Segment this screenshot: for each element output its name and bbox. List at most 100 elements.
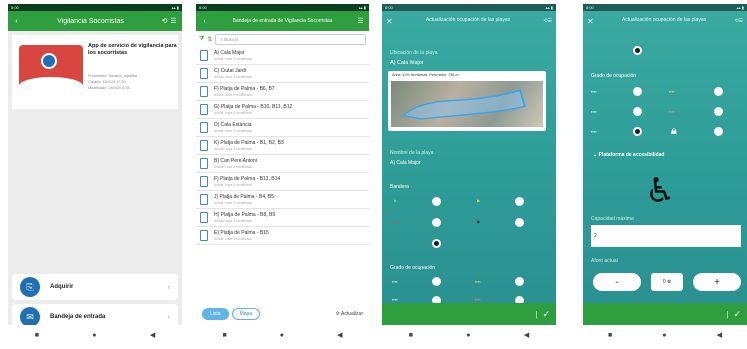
nav-back-icon[interactable]: ◀ — [717, 331, 722, 339]
occupancy-mid-radio[interactable] — [515, 277, 524, 286]
nav-home-icon[interactable]: ● — [662, 332, 666, 339]
list-item[interactable]: A) Cala Major Añadir: hace 4 modificado — [196, 47, 369, 65]
system-nav: ■ ● ◀ — [583, 325, 747, 345]
app-card[interactable]: App de servicio de vigilancia para los s… — [12, 35, 178, 109]
survey-header: ✕ Actualización ocupación de las playas … — [583, 11, 747, 31]
tab-list[interactable]: Lista — [202, 308, 229, 320]
map-caption: Área: 1,09 hectáreas, Perímetro: 736 m — [392, 73, 459, 77]
occupancy-low-icon: ▪▪▪▪ — [591, 89, 597, 94]
submit-check-icon[interactable]: ✓ — [542, 309, 550, 320]
nav-square-icon[interactable]: ■ — [35, 332, 39, 339]
document-icon — [200, 68, 208, 79]
nav-square-icon[interactable]: ■ — [608, 332, 612, 339]
counter-value: 0 — [662, 279, 666, 285]
close-icon[interactable]: ✕ — [587, 17, 594, 26]
inbox-list: A) Cala Major Añadir: hace 4 modificado C… — [196, 47, 369, 245]
flag-yellow-radio[interactable] — [515, 197, 524, 206]
survey-title: Actualización ocupación de las playas — [621, 17, 707, 24]
chevron-right-icon: › — [167, 313, 170, 321]
sort-icon[interactable]: ⇅ — [207, 36, 212, 43]
back-arrow-icon[interactable]: ‹ — [200, 18, 209, 25]
document-icon — [200, 230, 208, 241]
list-item[interactable]: K) Platja de Palma - B1, B2, B3 Añadir: h… — [196, 137, 369, 155]
submit-check-icon[interactable]: ✓ — [733, 309, 741, 320]
nav-home-icon[interactable]: ● — [92, 332, 96, 339]
list-item[interactable]: J) Platja de Palma - B4, B5 Añadir: hace … — [196, 191, 369, 209]
survey-footer: | ✓ — [382, 303, 556, 325]
acquire-button[interactable]: ⎘ Adquirir › — [12, 274, 178, 300]
chevron-down-icon: ⌄ — [593, 152, 598, 158]
menu-icon[interactable]: ☰ — [548, 18, 552, 24]
list-item[interactable]: G) Platja de Palma - B10, B11, B12 Añadir… — [196, 101, 369, 119]
app-owner: Propietario: Sonaria_aqsalha — [88, 74, 137, 78]
survey-title: Actualización ocupación de las playas — [425, 17, 511, 24]
flag-red-radio[interactable] — [432, 218, 441, 227]
list-item[interactable]: D) Cala Estància Añadir: hace 4 modificad… — [196, 119, 369, 137]
occupancy-full-radio[interactable] — [714, 107, 723, 116]
back-arrow-icon[interactable]: ‹ — [12, 18, 21, 25]
capacity-label: Capacidad máxima — [591, 216, 634, 222]
flag-green-radio[interactable] — [432, 197, 441, 206]
inbox-label: Bandeja de entrada — [50, 314, 106, 320]
occupancy-low-radio[interactable] — [432, 277, 441, 286]
nav-back-icon[interactable]: ◀ — [150, 331, 155, 339]
filter-icon[interactable]: ⧩ — [199, 36, 204, 43]
list-item[interactable]: E) Platja de Palma - B15 Añadir: hace 4 m… — [196, 227, 369, 245]
status-time: 8:00 — [385, 5, 393, 10]
occupancy-mid-radio[interactable] — [714, 87, 723, 96]
capacity-input[interactable]: 2 — [591, 225, 741, 247]
decrement-button[interactable]: - — [593, 273, 641, 291]
occupancy-label: Grado de ocupación — [591, 73, 637, 79]
occupancy-low-radio[interactable] — [633, 87, 642, 96]
occupancy-closed-radio[interactable] — [633, 127, 642, 136]
location-map[interactable]: Área: 1,09 hectáreas, Perímetro: 736 m — [388, 71, 546, 131]
document-icon — [200, 140, 208, 151]
tab-map[interactable]: Mapa — [231, 308, 261, 320]
occupancy-locked-radio[interactable] — [714, 127, 723, 136]
beach-polygon — [401, 89, 526, 120]
document-icon — [200, 194, 208, 205]
menu-icon[interactable]: ☰ — [169, 17, 178, 25]
refresh-label: Actualizar — [341, 311, 363, 317]
document-icon — [200, 86, 208, 97]
sync-icon[interactable]: ⟲ — [160, 17, 169, 25]
nav-square-icon[interactable]: ■ — [409, 332, 413, 339]
nav-home-icon[interactable]: ● — [466, 332, 470, 339]
nav-back-icon[interactable]: ◀ — [524, 331, 529, 339]
list-item[interactable]: F) Platja de Palma - B13, B14 Añadir: hac… — [196, 173, 369, 191]
inbox-icon: ✉ — [20, 307, 40, 327]
flag-none-radio[interactable] — [432, 239, 441, 248]
accessibility-header[interactable]: ⌄ Plataforma de accesibilidad — [593, 152, 664, 158]
app-bar: ‹ Vigilancia Socorristas ⟲ ☰ — [8, 11, 182, 31]
app-modified: Modificado: 28/4/20 8:35 — [88, 86, 130, 90]
screens-collage: 8:00 ▴▴ ▮ ‹ Vigilancia Socorristas ⟲ ☰ Ap… — [0, 0, 747, 349]
document-icon — [200, 158, 208, 169]
refresh-button[interactable]: ⟳ Actualizar — [336, 311, 363, 317]
list-item[interactable]: H) Platja de Palma - B8, B9 Añadir: hace … — [196, 209, 369, 227]
acquire-label: Adquirir — [50, 284, 74, 290]
nav-home-icon[interactable]: ● — [280, 332, 284, 339]
increment-button[interactable]: + — [693, 273, 741, 291]
flag-black-radio[interactable] — [515, 218, 524, 227]
status-bar: 8:00 ▴▴ ▮ — [8, 4, 182, 11]
occupancy-high-radio[interactable] — [633, 107, 642, 116]
document-icon — [200, 176, 208, 187]
counter-field[interactable]: 0 ⊗ — [651, 273, 683, 291]
nav-square-icon[interactable]: ■ — [223, 332, 227, 339]
nav-back-icon[interactable]: ◀ — [337, 331, 342, 339]
inbox-body: ⧩ ⇅ ⌕ Buscar A) Cala Major Añadir: hace 4… — [196, 31, 369, 325]
list-item[interactable]: C) Ciutat Jardí Añadir: hace 4 modificado — [196, 65, 369, 83]
list-item[interactable]: B) Can Pere Antoni Añadir: hace 4 modific… — [196, 155, 369, 173]
menu-icon[interactable]: ☰ — [739, 18, 743, 24]
list-item[interactable]: F) Platja de Palma - B6, B7 Añadir: hace … — [196, 83, 369, 101]
close-icon[interactable]: ✕ — [386, 17, 393, 26]
signal-icon: ▴▴ ▮ — [736, 5, 744, 10]
search-input[interactable]: ⌕ Buscar — [215, 33, 366, 45]
menu-icon[interactable]: ☰ — [356, 17, 365, 25]
occupancy-low-icon: ▪▪▪▪ — [392, 279, 398, 284]
status-bar: 8:00 ▴▴ ▮ — [583, 4, 747, 11]
divider-icon: | — [535, 309, 538, 319]
document-icon — [200, 212, 208, 223]
green-flag-icon: ▶ — [394, 198, 398, 203]
flag-none-radio[interactable] — [633, 46, 642, 55]
